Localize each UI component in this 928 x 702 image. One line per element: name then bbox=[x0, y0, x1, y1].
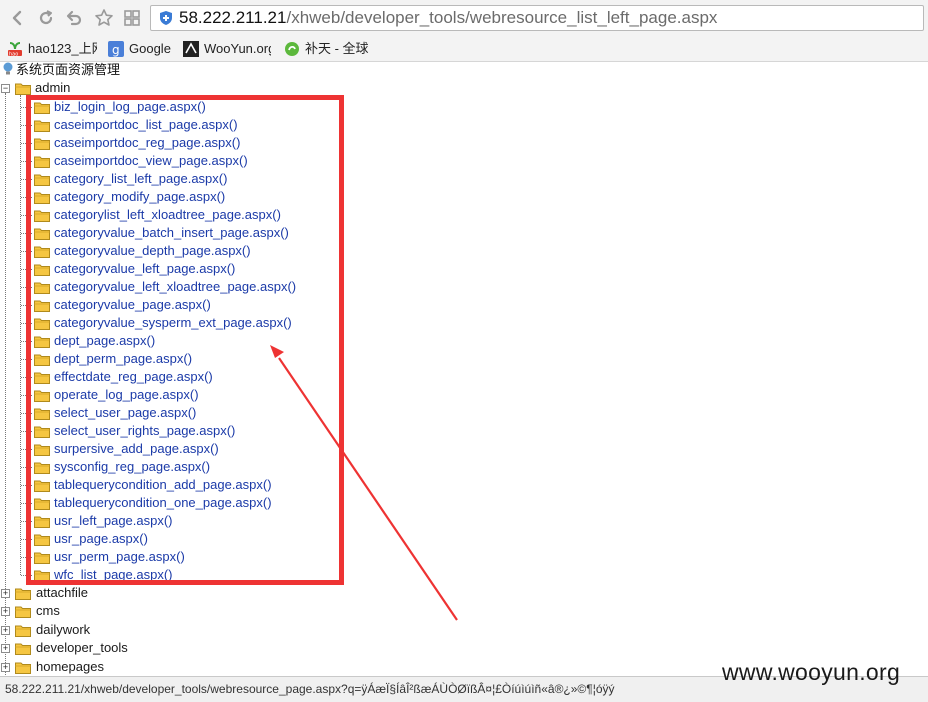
folder-icon bbox=[15, 82, 31, 95]
expand-folder-toggle[interactable]: + bbox=[1, 589, 10, 598]
tree-node-folder[interactable]: developer_tools bbox=[36, 640, 128, 656]
bookmarks-bar: hao hao123_上网 g Google WooYun.org 补天 - 全… bbox=[0, 36, 928, 62]
tree-node-folder[interactable]: attachfile bbox=[36, 585, 88, 601]
wooyun-icon bbox=[183, 41, 199, 57]
tree-node-admin[interactable]: admin bbox=[35, 80, 70, 96]
shield-icon bbox=[158, 10, 174, 26]
folder-icon bbox=[15, 624, 31, 637]
address-host: 58.222.211.21 bbox=[179, 8, 287, 27]
star-icon[interactable] bbox=[94, 8, 114, 28]
tree-node-folder[interactable]: homepages bbox=[36, 659, 104, 675]
bookmark-butian[interactable]: 补天 - 全球 bbox=[284, 40, 376, 58]
svg-text:g: g bbox=[112, 43, 120, 57]
bookmark-label: 补天 - 全球 bbox=[305, 41, 369, 56]
refresh-icon[interactable] bbox=[36, 8, 56, 28]
tree-node-folder[interactable]: cms bbox=[36, 603, 60, 619]
undo-icon[interactable] bbox=[64, 8, 84, 28]
folder-icon bbox=[15, 605, 31, 618]
expand-folder-toggle[interactable]: + bbox=[1, 607, 10, 616]
expand-folder-toggle[interactable]: + bbox=[1, 644, 10, 653]
collapse-admin-toggle[interactable]: − bbox=[1, 84, 10, 93]
address-path: /xhweb/developer_tools/webresource_list_… bbox=[286, 8, 718, 27]
address-url: 58.222.211.21/xhweb/developer_tools/webr… bbox=[179, 8, 717, 28]
bookmark-google[interactable]: g Google bbox=[108, 40, 178, 58]
highlight-box bbox=[26, 95, 344, 585]
tree-node-folder[interactable]: dailywork bbox=[36, 622, 90, 638]
butian-icon bbox=[284, 41, 300, 57]
bookmark-wooyun[interactable]: WooYun.org bbox=[183, 40, 271, 58]
hao123-icon: hao bbox=[7, 41, 23, 58]
folder-icon bbox=[15, 587, 31, 600]
expand-folder-toggle[interactable]: + bbox=[1, 626, 10, 635]
bookmark-label: WooYun.org bbox=[204, 41, 271, 56]
tree-root: 系统页面资源管理 bbox=[2, 62, 120, 78]
tree-title: 系统页面资源管理 bbox=[16, 62, 121, 77]
address-bar[interactable]: 58.222.211.21/xhweb/developer_tools/webr… bbox=[150, 5, 924, 31]
watermark: www.wooyun.org bbox=[722, 659, 901, 685]
folder-icon bbox=[15, 661, 31, 674]
back-icon[interactable] bbox=[8, 8, 28, 28]
bookmark-label: Google bbox=[129, 41, 171, 56]
bookmark-hao123[interactable]: hao hao123_上网 bbox=[7, 40, 97, 58]
svg-text:hao: hao bbox=[9, 52, 18, 58]
folder-icon bbox=[15, 642, 31, 655]
browser-toolbar: 58.222.211.21/xhweb/developer_tools/webr… bbox=[0, 0, 928, 37]
globe-bulb-icon bbox=[2, 62, 14, 76]
bookmark-label: hao123_上网 bbox=[28, 41, 97, 56]
apps-grid-icon[interactable] bbox=[122, 8, 142, 28]
expand-folder-toggle[interactable]: + bbox=[1, 663, 10, 672]
google-icon: g bbox=[108, 41, 124, 57]
status-url: 58.222.211.21/xhweb/developer_tools/webr… bbox=[5, 682, 615, 696]
